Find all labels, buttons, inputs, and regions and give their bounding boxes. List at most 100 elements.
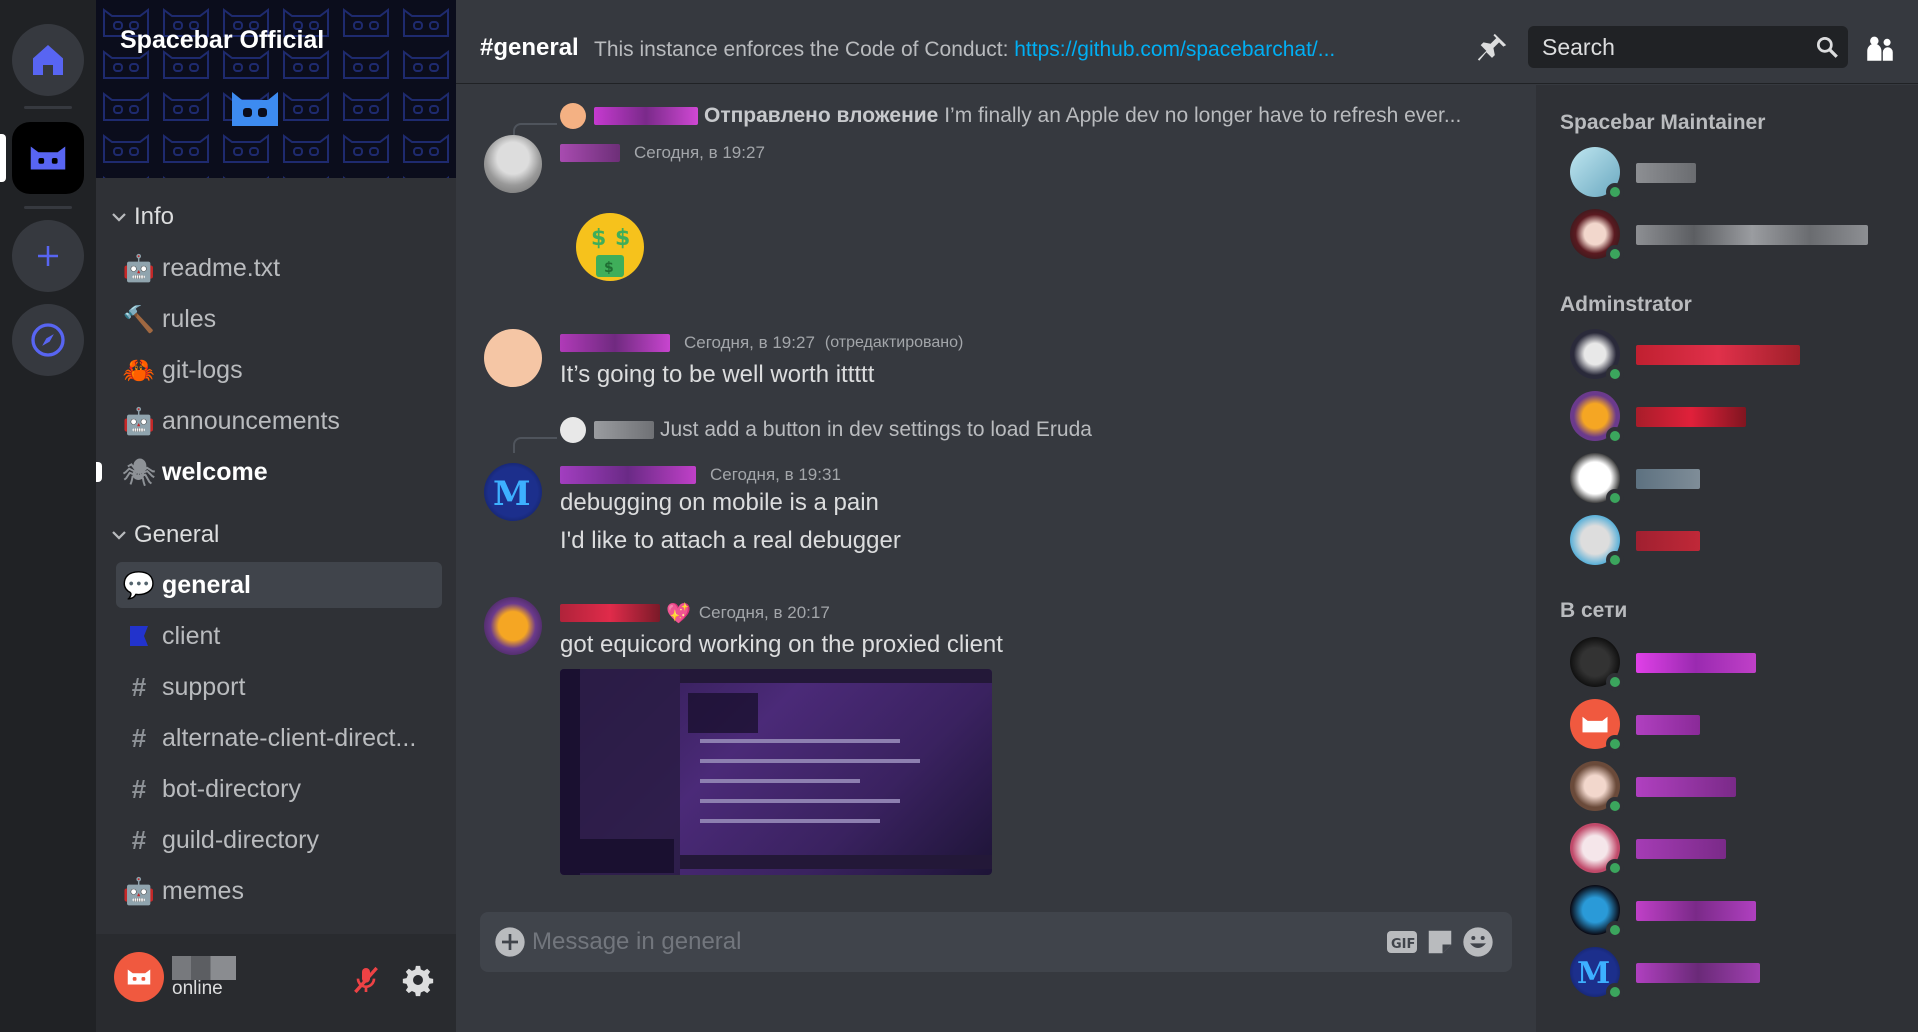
online-status-dot (1606, 859, 1624, 877)
member-item[interactable] (1570, 515, 1900, 571)
channel-general[interactable]: 💬 general (116, 562, 442, 608)
online-status-dot (1606, 673, 1624, 691)
svg-text:M: M (493, 474, 531, 514)
reply-preview[interactable]: Отправлено вложение I’m finally an Apple… (560, 101, 1461, 131)
username-redacted[interactable] (560, 334, 670, 352)
gif-button[interactable]: GIF (1386, 926, 1418, 958)
channel-rules[interactable]: 🔨 rules (116, 296, 442, 342)
sticker-button[interactable] (1424, 926, 1456, 958)
member-item[interactable] (1570, 823, 1900, 879)
reply-connector (513, 437, 557, 453)
avatar[interactable] (114, 952, 164, 1002)
message-header: Сегодня, в 19:27 (560, 139, 765, 167)
member-name-redacted (1636, 715, 1700, 735)
member-name-redacted (1636, 653, 1756, 673)
microphone-muted-icon (354, 966, 378, 994)
search-input[interactable] (1542, 32, 1792, 62)
channel-readme[interactable]: 🤖 readme.txt (116, 245, 442, 291)
avatar (560, 103, 586, 129)
rail-separator (24, 206, 72, 209)
selected-server-indicator (0, 134, 6, 182)
search-box[interactable] (1528, 26, 1848, 68)
member-item[interactable] (1570, 209, 1900, 265)
channel-label: memes (162, 876, 244, 905)
online-status-dot (1606, 489, 1624, 507)
avatar[interactable] (484, 329, 542, 387)
username-redacted (172, 956, 236, 980)
emoji-button[interactable] (1462, 926, 1494, 958)
home-icon (33, 45, 63, 75)
channel-bot-directory[interactable]: # bot-directory (116, 766, 442, 812)
add-server-button[interactable] (12, 220, 84, 292)
user-panel: online (96, 934, 456, 1032)
channel-alternate-client-directory[interactable]: # alternate-client-direct... (116, 715, 442, 761)
hammer-icon: 🔨 (122, 303, 156, 334)
member-item[interactable] (1570, 637, 1900, 693)
category-general[interactable]: General (104, 518, 219, 552)
avatar[interactable]: M (484, 463, 542, 521)
server-rail (0, 0, 96, 1032)
channel-guild-directory[interactable]: # guild-directory (116, 817, 442, 863)
channel-welcome[interactable]: 🕷 welcome (96, 449, 442, 495)
pinned-messages-button[interactable] (1472, 28, 1512, 68)
member-name-redacted (1636, 777, 1736, 797)
category-info[interactable]: Info (104, 200, 174, 234)
username-redacted[interactable] (560, 466, 696, 484)
member-item[interactable] (1570, 147, 1900, 203)
channel-title: #general (480, 34, 579, 61)
server-banner[interactable]: Spacebar Official (96, 0, 456, 178)
timestamp: Сегодня, в 19:27 (684, 333, 815, 352)
member-item[interactable] (1570, 699, 1900, 755)
member-name-redacted (1636, 407, 1746, 427)
hash-icon: # (131, 773, 147, 804)
channel-memes[interactable]: 🤖 memes (116, 868, 442, 914)
image-attachment[interactable] (560, 669, 992, 875)
server-name[interactable]: Spacebar Official (120, 26, 324, 55)
message-header: 💖 Сегодня, в 20:17 (560, 599, 830, 627)
spider-icon: 🕷 (122, 456, 156, 487)
robot-icon: 🤖 (122, 875, 156, 906)
username-redacted[interactable] (560, 144, 620, 162)
plus-circle-icon[interactable] (494, 926, 526, 958)
avatar[interactable] (484, 597, 542, 655)
channel-label: readme.txt (162, 253, 281, 282)
member-item[interactable]: M (1570, 947, 1900, 1003)
member-item[interactable] (1570, 453, 1900, 509)
member-list-toggle[interactable] (1860, 28, 1900, 68)
channel-support[interactable]: # support (116, 664, 442, 710)
channel-label: support (162, 672, 246, 701)
explore-servers-button[interactable] (12, 304, 84, 376)
channel-label: rules (162, 304, 217, 333)
online-status-dot (1606, 983, 1624, 1001)
mute-button[interactable] (346, 960, 386, 1000)
server-spacebar-official[interactable] (12, 122, 84, 194)
hash-icon: # (131, 824, 147, 855)
channel-git-logs[interactable]: 🦀 git-logs (116, 347, 442, 393)
search-icon[interactable] (1814, 34, 1840, 60)
member-item[interactable] (1570, 391, 1900, 447)
member-item[interactable] (1570, 761, 1900, 817)
channel-label: welcome (162, 457, 268, 486)
member-group-label: Adminstrator (1560, 293, 1692, 316)
svg-text:M: M (1577, 956, 1610, 991)
avatar[interactable] (484, 135, 542, 193)
message-input[interactable] (532, 924, 1332, 960)
channel-client[interactable]: client (116, 613, 442, 659)
channel-announcements[interactable]: 🤖 announcements (116, 398, 442, 444)
topic-link[interactable]: https://github.com/spacebarchat/... (1014, 38, 1335, 61)
crab-icon: 🦀 (122, 354, 156, 385)
channel-sidebar: Spacebar Official Info 🤖 readme.txt 🔨 ru… (96, 0, 456, 1032)
gear-icon (402, 965, 434, 997)
member-name-redacted (1636, 963, 1760, 983)
member-item[interactable] (1570, 885, 1900, 941)
home-button[interactable] (12, 24, 84, 96)
reply-preview[interactable]: Just add a button in dev settings to loa… (560, 415, 1092, 445)
member-list: Spacebar Maintainer Adminstrator В сети … (1536, 85, 1918, 1032)
spacebar-logo-icon (127, 969, 151, 985)
member-item[interactable] (1570, 329, 1900, 385)
spacebar-logo-icon (30, 146, 66, 170)
settings-button[interactable] (396, 958, 440, 1002)
username-redacted[interactable] (560, 604, 660, 622)
flag-icon (116, 624, 162, 648)
reply-attachment-label: Отправлено вложение (704, 104, 939, 127)
